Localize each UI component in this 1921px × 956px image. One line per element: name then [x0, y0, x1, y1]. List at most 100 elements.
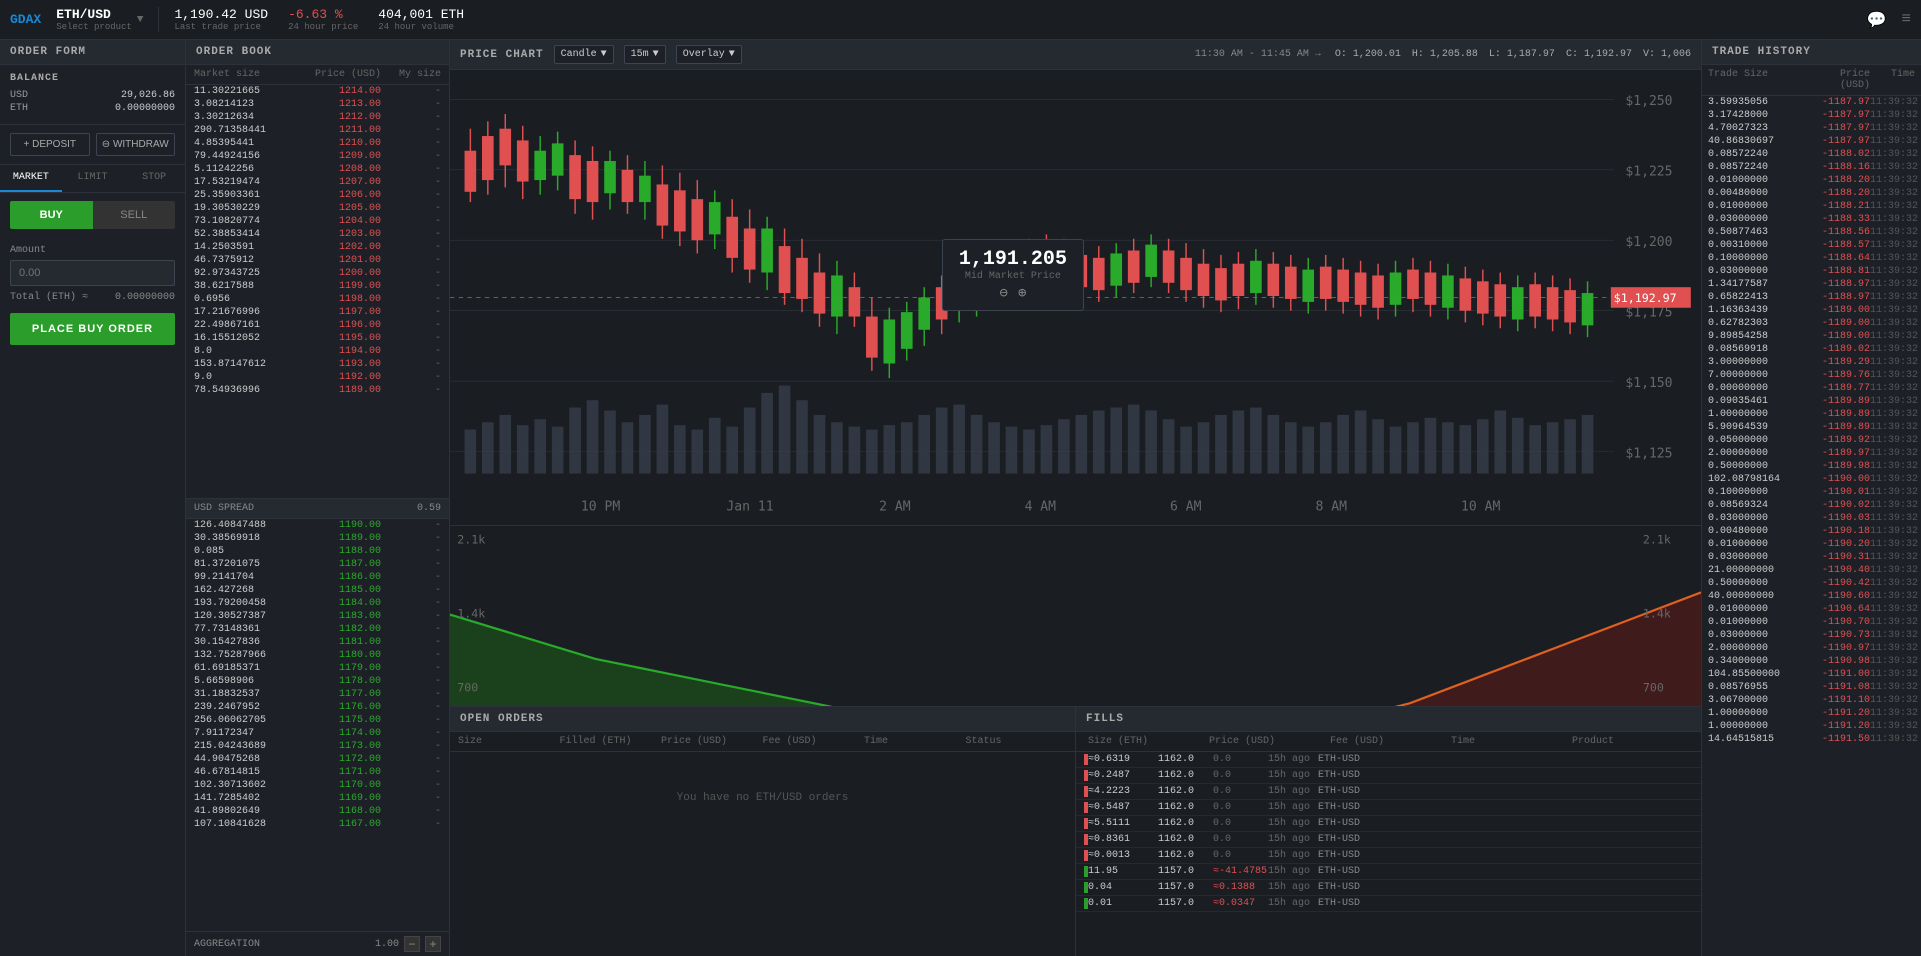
list-item[interactable]: 126.408474881190.00- — [186, 519, 449, 532]
table-row: 104.85500000-1191.0011:39:32 — [1702, 668, 1921, 681]
table-row: 1.16363439-1189.0011:39:32 — [1702, 304, 1921, 317]
list-item[interactable]: 17.216769961197.00- — [186, 306, 449, 319]
zoom-out-button[interactable]: ⊖ — [1000, 285, 1008, 302]
list-item[interactable]: 256.060627051175.00- — [186, 714, 449, 727]
list-item[interactable]: 215.042436891173.00- — [186, 740, 449, 753]
svg-text:$1,225: $1,225 — [1625, 165, 1672, 180]
list-item[interactable]: 7.911723471174.00- — [186, 727, 449, 740]
last-price-value: 1,190.42 USD — [174, 7, 268, 22]
list-item[interactable]: 141.72854021169.00- — [186, 792, 449, 805]
chart-header: PRICE CHART Candle ▼ 15m ▼ Overlay ▼ 11:… — [450, 40, 1701, 70]
table-row: 0.03000000-1190.3111:39:32 — [1702, 551, 1921, 564]
list-item[interactable]: 8.01194.00- — [186, 345, 449, 358]
list-item[interactable]: 3.302126341212.00- — [186, 111, 449, 124]
list-item[interactable]: 38.62175881199.00- — [186, 280, 449, 293]
list-item[interactable]: 5.665989061178.00- — [186, 675, 449, 688]
list-item[interactable]: 79.449241561209.00- — [186, 150, 449, 163]
chart-type-dropdown[interactable]: Candle ▼ — [554, 45, 614, 64]
table-row: 0.08569324-1190.0211:39:32 — [1702, 499, 1921, 512]
list-item[interactable]: 102.307136021170.00- — [186, 779, 449, 792]
table-row: ≈0.24871162.00.015h agoETH-USD — [1076, 768, 1701, 784]
aggregation-decrease[interactable]: − — [404, 936, 420, 952]
zoom-in-button[interactable]: ⊕ — [1018, 285, 1026, 302]
last-price-label: Last trade price — [174, 22, 268, 32]
list-item[interactable]: 107.108416281167.00- — [186, 818, 449, 831]
trade-history-list: 3.59935056-1187.9711:39:323.17428000-118… — [1702, 96, 1921, 956]
list-item[interactable]: 153.871476121193.00- — [186, 358, 449, 371]
tab-market[interactable]: MARKET — [0, 165, 62, 192]
list-item[interactable]: 0.0851188.00- — [186, 545, 449, 558]
bottom-panels: OPEN ORDERS Size Filled (ETH) Price (USD… — [450, 706, 1701, 956]
volume-stat: 404,001 ETH 24 hour volume — [378, 7, 464, 32]
list-item[interactable]: 30.154278361181.00- — [186, 636, 449, 649]
sell-button[interactable]: SELL — [93, 201, 176, 229]
th-time-header: Time — [1870, 69, 1915, 91]
menu-icon[interactable]: ≡ — [1901, 10, 1911, 30]
total-row: Total (ETH) ≈ 0.00000000 — [10, 292, 175, 303]
place-order-button[interactable]: PLACE BUY ORDER — [10, 313, 175, 345]
table-row: 14.64515815-1191.5011:39:32 — [1702, 733, 1921, 746]
list-item[interactable]: 290.713584411211.00- — [186, 124, 449, 137]
list-item[interactable]: 162.4272681185.00- — [186, 584, 449, 597]
list-item[interactable]: 16.155120521195.00- — [186, 332, 449, 345]
mid-price-label: Mid Market Price — [959, 271, 1067, 282]
volume-value: 404,001 ETH — [378, 7, 464, 22]
list-item[interactable]: 92.973437251200.00- — [186, 267, 449, 280]
table-row: 0.50877463-1188.5611:39:32 — [1702, 226, 1921, 239]
time-interval-dropdown[interactable]: 15m ▼ — [624, 45, 666, 64]
list-item[interactable]: 19.305302291205.00- — [186, 202, 449, 215]
list-item[interactable]: 78.549369961189.00- — [186, 384, 449, 397]
list-item[interactable]: 11.302216651214.00- — [186, 85, 449, 98]
tab-limit[interactable]: LIMIT — [62, 165, 124, 192]
list-item[interactable]: 61.691853711179.00- — [186, 662, 449, 675]
list-item[interactable]: 31.188325371177.00- — [186, 688, 449, 701]
list-item[interactable]: 44.904752681172.00- — [186, 753, 449, 766]
tab-stop[interactable]: STOP — [123, 165, 185, 192]
buy-button[interactable]: BUY — [10, 201, 93, 229]
svg-text:$1,192.97: $1,192.97 — [1614, 291, 1677, 305]
list-item[interactable]: 22.498671611196.00- — [186, 319, 449, 332]
list-item[interactable]: 17.532194741207.00- — [186, 176, 449, 189]
message-icon[interactable]: 💬 — [1866, 10, 1886, 30]
withdraw-button[interactable]: ⊖ WITHDRAW — [96, 133, 176, 156]
list-item[interactable]: 41.898026491168.00- — [186, 805, 449, 818]
list-item[interactable]: 9.01192.00- — [186, 371, 449, 384]
list-item[interactable]: 73.108207741204.00- — [186, 215, 449, 228]
list-item[interactable]: 99.21417041186.00- — [186, 571, 449, 584]
th-price: Price (USD) — [661, 736, 763, 747]
list-item[interactable]: 46.73759121201.00- — [186, 254, 449, 267]
svg-text:6 AM: 6 AM — [1170, 499, 1202, 514]
header-icons: 💬 ≡ — [1866, 10, 1911, 30]
list-item[interactable]: 0.69561198.00- — [186, 293, 449, 306]
list-item[interactable]: 77.731483611182.00- — [186, 623, 449, 636]
list-item[interactable]: 5.112422561208.00- — [186, 163, 449, 176]
list-item[interactable]: 30.385699181189.00- — [186, 532, 449, 545]
list-item[interactable]: 132.752879661180.00- — [186, 649, 449, 662]
table-row: 2.00000000-1190.9711:39:32 — [1702, 642, 1921, 655]
overlay-dropdown[interactable]: Overlay ▼ — [676, 45, 742, 64]
table-row: 2.00000000-1189.9711:39:32 — [1702, 447, 1921, 460]
pair-selector[interactable]: ETH/USD Select product ▼ — [56, 7, 159, 32]
list-item[interactable]: 46.678148151171.00- — [186, 766, 449, 779]
list-item[interactable]: 4.853954411210.00- — [186, 137, 449, 150]
list-item[interactable]: 3.082141231213.00- — [186, 98, 449, 111]
list-item[interactable]: 81.372010751187.00- — [186, 558, 449, 571]
list-item[interactable]: 193.792004581184.00- — [186, 597, 449, 610]
table-row: 3.00000000-1189.2911:39:32 — [1702, 356, 1921, 369]
list-item[interactable]: 120.305273871183.00- — [186, 610, 449, 623]
list-item[interactable]: 25.359033611206.00- — [186, 189, 449, 202]
table-row: ≈0.00131162.00.015h agoETH-USD — [1076, 848, 1701, 864]
order-book-title: ORDER BOOK — [186, 40, 449, 65]
list-item[interactable]: 14.25035911202.00- — [186, 241, 449, 254]
amount-input[interactable] — [10, 260, 175, 286]
fills-headers: Size (ETH) Price (USD) Fee (USD) Time Pr… — [1076, 732, 1701, 752]
total-value: 0.00000000 — [115, 292, 175, 303]
list-item[interactable]: 239.24679521176.00- — [186, 701, 449, 714]
table-row: ≈0.83611162.00.015h agoETH-USD — [1076, 832, 1701, 848]
table-row: 1.34177587-1188.9711:39:32 — [1702, 278, 1921, 291]
list-item[interactable]: 52.388534141203.00- — [186, 228, 449, 241]
spread-value: 0.59 — [417, 503, 441, 514]
ob-spread: USD SPREAD 0.59 — [186, 498, 449, 519]
aggregation-increase[interactable]: + — [425, 936, 441, 952]
deposit-button[interactable]: + DEPOSIT — [10, 133, 90, 156]
